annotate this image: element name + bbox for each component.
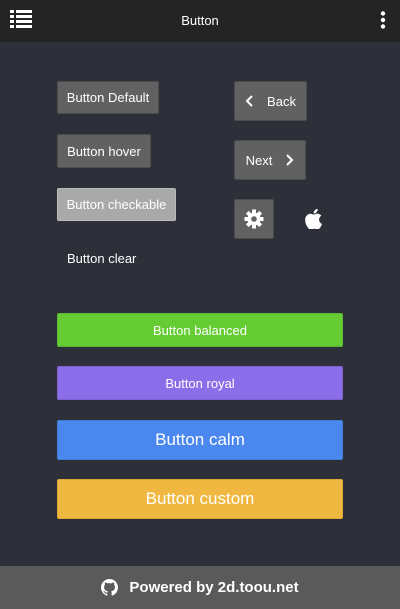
button-checkable-label: Button checkable bbox=[66, 197, 167, 212]
button-calm[interactable]: Button calm bbox=[57, 420, 343, 460]
back-button-label: Back bbox=[267, 93, 296, 109]
chevron-left-icon bbox=[245, 95, 253, 107]
button-balanced-label: Button balanced bbox=[153, 322, 247, 338]
apple-button[interactable] bbox=[296, 199, 330, 239]
button-clear-label: Button clear bbox=[67, 251, 137, 266]
button-default-label: Button Default bbox=[66, 90, 150, 105]
button-hover[interactable]: Button hover bbox=[57, 134, 151, 168]
back-button[interactable]: Back bbox=[234, 81, 307, 121]
button-balanced[interactable]: Button balanced bbox=[57, 313, 343, 347]
button-calm-label: Button calm bbox=[155, 430, 245, 449]
next-button-label: Next bbox=[245, 152, 273, 168]
more-vertical-icon[interactable] bbox=[380, 11, 386, 29]
button-royal[interactable]: Button royal bbox=[57, 366, 343, 400]
button-clear[interactable]: Button clear bbox=[57, 242, 157, 275]
next-button[interactable]: Next bbox=[234, 140, 306, 180]
header-bar: Button bbox=[0, 0, 400, 42]
chevron-right-icon bbox=[286, 154, 294, 166]
button-royal-label: Button royal bbox=[165, 375, 235, 391]
page-title: Button bbox=[181, 13, 219, 28]
button-hover-label: Button hover bbox=[67, 143, 141, 159]
footer-text: Powered by 2d.toou.net bbox=[129, 579, 299, 596]
footer-bar[interactable]: Powered by 2d.toou.net bbox=[0, 566, 400, 609]
button-custom-label: Button custom bbox=[145, 489, 255, 508]
button-custom[interactable]: Button custom bbox=[57, 479, 343, 519]
button-checkable[interactable]: Button checkable bbox=[57, 188, 176, 221]
gear-icon bbox=[244, 209, 264, 229]
settings-button[interactable] bbox=[234, 199, 274, 239]
github-icon bbox=[101, 579, 119, 596]
button-default[interactable]: Button Default bbox=[57, 81, 159, 114]
apple-icon bbox=[304, 209, 322, 229]
